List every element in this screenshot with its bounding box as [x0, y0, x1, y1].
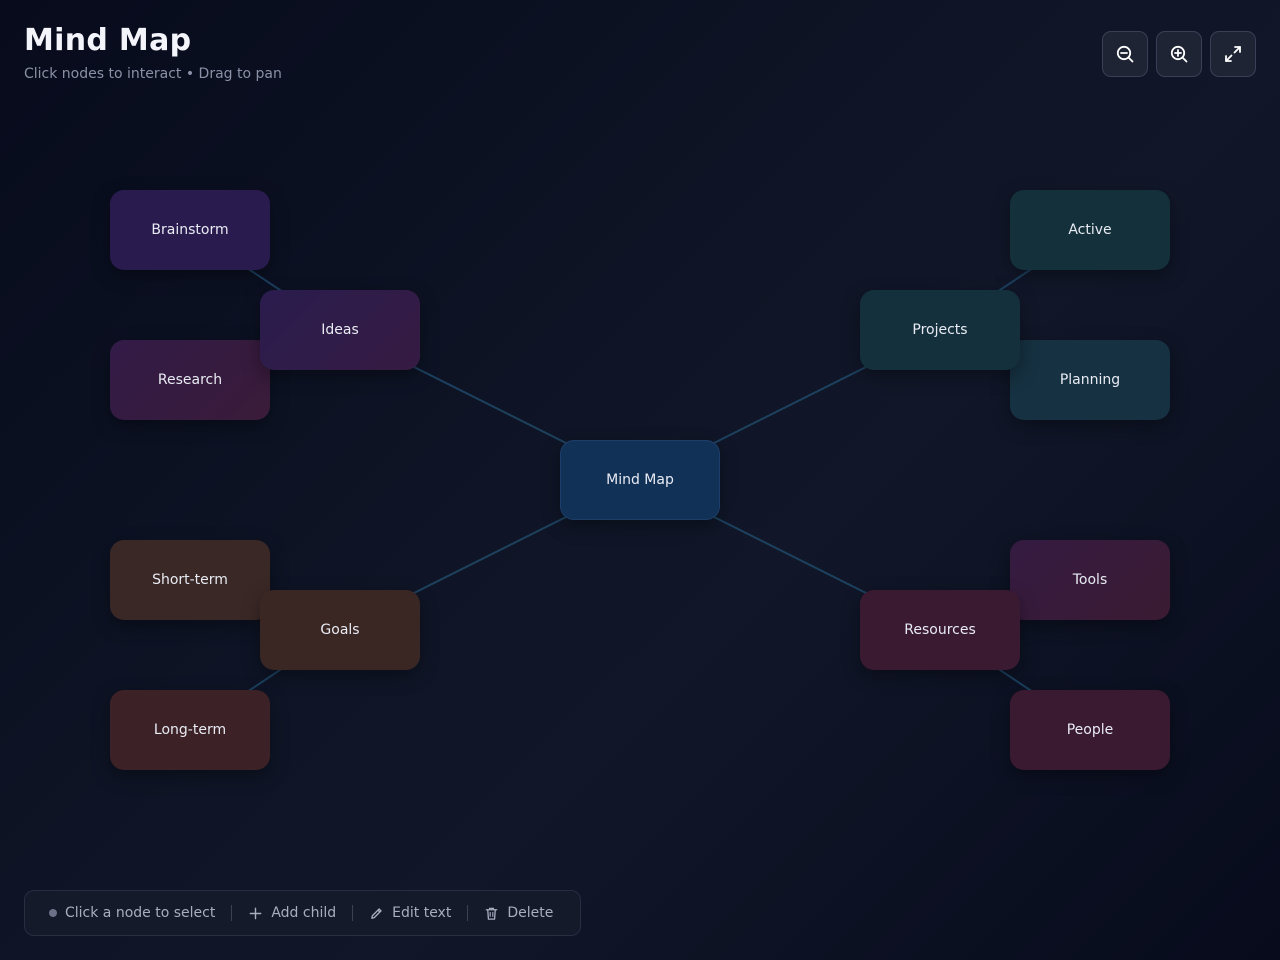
- node-brainstorm[interactable]: Brainstorm: [110, 190, 270, 270]
- node-label: Mind Map: [606, 472, 674, 488]
- node-label: Ideas: [321, 322, 359, 338]
- node-long-term[interactable]: Long-term: [110, 690, 270, 770]
- node-planning[interactable]: Planning: [1010, 340, 1170, 420]
- edit-text-label: Edit text: [392, 905, 452, 921]
- trash-icon: [486, 907, 498, 920]
- delete-button[interactable]: Delete: [484, 905, 553, 921]
- add-child-button[interactable]: Add child: [248, 905, 336, 921]
- plus-icon: [249, 907, 262, 919]
- node-research[interactable]: Research: [110, 340, 270, 420]
- status-dot-icon: [49, 909, 57, 917]
- node-ideas[interactable]: Ideas: [260, 290, 420, 370]
- node-label: Goals: [320, 622, 360, 638]
- node-center[interactable]: Mind Map: [560, 440, 720, 520]
- node-label: Long-term: [153, 722, 227, 738]
- toolbar-divider: [352, 905, 354, 921]
- node-active[interactable]: Active: [1010, 190, 1170, 270]
- node-label: Resources: [904, 622, 976, 638]
- node-tools[interactable]: Tools: [1010, 540, 1170, 620]
- node-label: Planning: [1059, 372, 1121, 388]
- node-label: People: [1066, 722, 1114, 738]
- add-child-label: Add child: [271, 905, 337, 921]
- status-text: Click a node to select: [65, 905, 216, 921]
- bottom-toolbar: Click a node to select Add child Edit te…: [24, 890, 581, 936]
- mind-map-canvas[interactable]: Brainstorm Research Ideas Active Plannin…: [0, 0, 1280, 960]
- toolbar-divider: [231, 905, 233, 921]
- node-label: Short-term: [152, 572, 228, 588]
- node-people[interactable]: People: [1010, 690, 1170, 770]
- edit-text-button[interactable]: Edit text: [369, 905, 451, 921]
- node-resources[interactable]: Resources: [860, 590, 1020, 670]
- node-label: Tools: [1072, 572, 1108, 588]
- toolbar-divider: [467, 905, 469, 921]
- node-label: Brainstorm: [151, 222, 229, 238]
- node-projects[interactable]: Projects: [860, 290, 1020, 370]
- node-goals[interactable]: Goals: [260, 590, 420, 670]
- pencil-icon: [371, 907, 382, 919]
- node-label: Research: [157, 372, 223, 388]
- node-short-term[interactable]: Short-term: [110, 540, 270, 620]
- selection-status: Click a node to select: [49, 905, 215, 921]
- node-label: Active: [1068, 222, 1112, 238]
- node-label: Projects: [912, 322, 968, 338]
- delete-label: Delete: [507, 905, 554, 921]
